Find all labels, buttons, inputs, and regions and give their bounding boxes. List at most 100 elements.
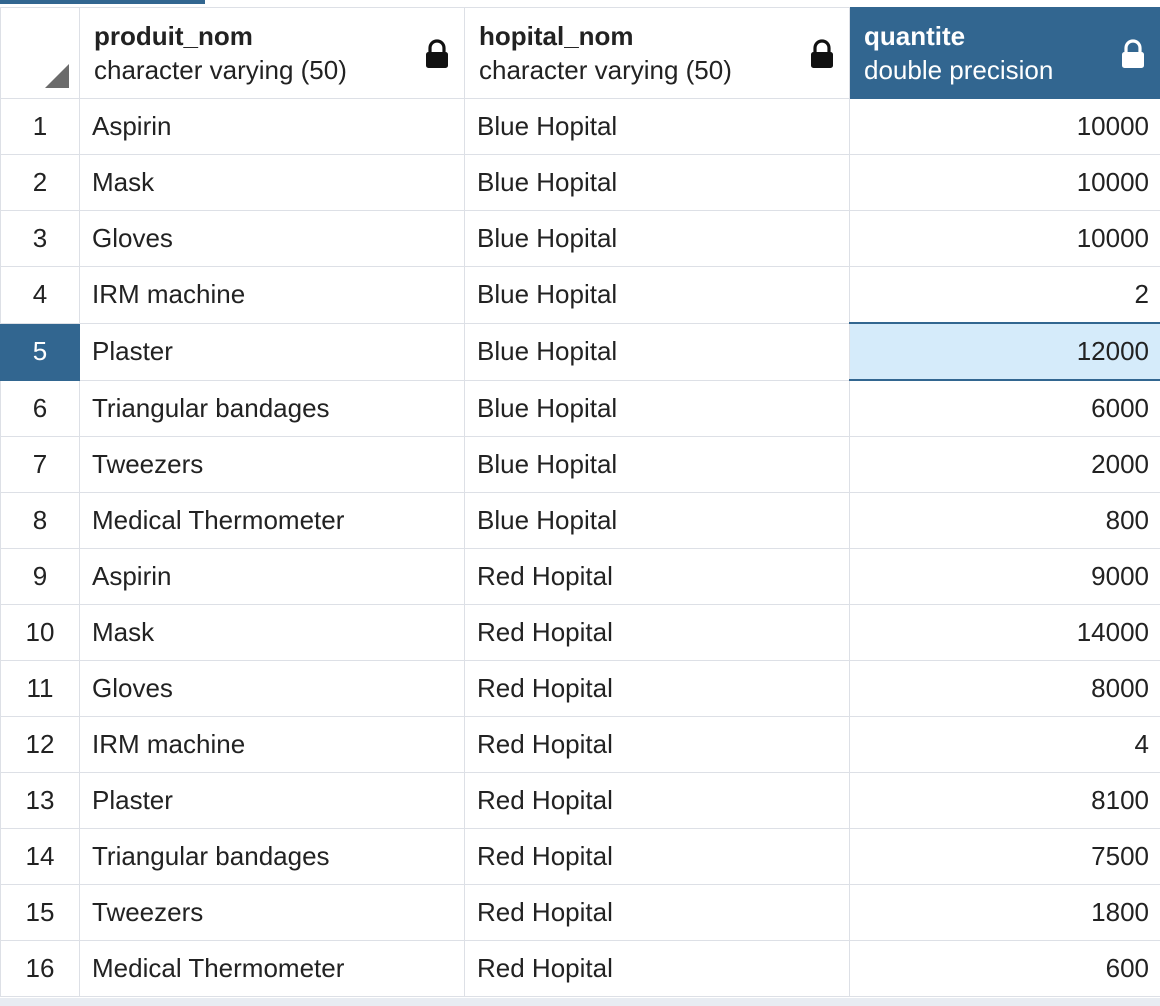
table-row[interactable]: 13 Plaster Red Hopital 8100 (0, 772, 1160, 829)
row-number-cell[interactable]: 15 (0, 884, 80, 941)
row-number-cell[interactable]: 5 (0, 322, 80, 381)
table-row[interactable]: 7 Tweezers Blue Hopital 2000 (0, 436, 1160, 493)
column-name: produit_nom (94, 21, 253, 51)
cell-quantite[interactable]: 1800 (849, 884, 1160, 941)
table-row[interactable]: 11 Gloves Red Hopital 8000 (0, 660, 1160, 717)
select-all-corner[interactable] (0, 7, 80, 99)
row-number-cell[interactable]: 13 (0, 772, 80, 829)
cell-hopital-nom[interactable]: Red Hopital (464, 772, 850, 829)
column-header-hopital-nom[interactable]: hopital_nom character varying (50) (464, 7, 850, 99)
row-number-cell[interactable]: 7 (0, 436, 80, 493)
table-row[interactable]: 2 Mask Blue Hopital 10000 (0, 154, 1160, 211)
lock-icon (426, 39, 448, 68)
cell-quantite[interactable]: 8000 (849, 660, 1160, 717)
cell-quantite[interactable]: 12000 (849, 322, 1160, 381)
row-number-cell[interactable]: 6 (0, 379, 80, 437)
cell-quantite[interactable]: 2000 (849, 436, 1160, 493)
cell-produit-nom[interactable]: Triangular bandages (79, 379, 465, 437)
cell-hopital-nom[interactable]: Red Hopital (464, 716, 850, 773)
active-tab-indicator (0, 0, 205, 4)
column-name: hopital_nom (479, 21, 634, 51)
cell-produit-nom[interactable]: Gloves (79, 210, 465, 267)
cell-produit-nom[interactable]: Tweezers (79, 436, 465, 493)
cell-hopital-nom[interactable]: Blue Hopital (464, 266, 850, 324)
cell-hopital-nom[interactable]: Blue Hopital (464, 492, 850, 549)
cell-produit-nom[interactable]: Mask (79, 604, 465, 661)
table-row[interactable]: 16 Medical Thermometer Red Hopital 600 (0, 940, 1160, 997)
data-output-grid: produit_nom character varying (50) hopit… (0, 7, 1160, 997)
cell-produit-nom[interactable]: Plaster (79, 772, 465, 829)
cell-hopital-nom[interactable]: Blue Hopital (464, 98, 850, 155)
cell-hopital-nom[interactable]: Blue Hopital (464, 154, 850, 211)
row-number-cell[interactable]: 9 (0, 548, 80, 605)
cell-quantite[interactable]: 10000 (849, 154, 1160, 211)
column-header-produit-nom[interactable]: produit_nom character varying (50) (79, 7, 465, 99)
cell-produit-nom[interactable]: Aspirin (79, 98, 465, 155)
table-row[interactable]: 14 Triangular bandages Red Hopital 7500 (0, 828, 1160, 885)
cell-hopital-nom[interactable]: Red Hopital (464, 660, 850, 717)
table-row[interactable]: 3 Gloves Blue Hopital 10000 (0, 210, 1160, 267)
select-all-corner-icon (45, 64, 69, 88)
row-number-cell[interactable]: 16 (0, 940, 80, 997)
cell-produit-nom[interactable]: Tweezers (79, 884, 465, 941)
table-row[interactable]: 5 Plaster Blue Hopital 12000 (0, 322, 1160, 381)
cell-quantite[interactable]: 10000 (849, 98, 1160, 155)
row-number-cell[interactable]: 3 (0, 210, 80, 267)
lock-icon (811, 39, 833, 68)
cell-hopital-nom[interactable]: Red Hopital (464, 604, 850, 661)
cell-quantite[interactable]: 4 (849, 716, 1160, 773)
table-row[interactable]: 9 Aspirin Red Hopital 9000 (0, 548, 1160, 605)
table-row[interactable]: 15 Tweezers Red Hopital 1800 (0, 884, 1160, 941)
cell-hopital-nom[interactable]: Blue Hopital (464, 436, 850, 493)
table-body: 1 Aspirin Blue Hopital 10000 2 Mask Blue Hopit… (0, 98, 1160, 997)
table-row[interactable]: 12 IRM machine Red Hopital 4 (0, 716, 1160, 773)
column-header-quantite[interactable]: quantite double precision (849, 7, 1160, 99)
cell-quantite[interactable]: 7500 (849, 828, 1160, 885)
cell-quantite[interactable]: 800 (849, 492, 1160, 549)
cell-quantite[interactable]: 8100 (849, 772, 1160, 829)
cell-quantite[interactable]: 10000 (849, 210, 1160, 267)
cell-quantite[interactable]: 600 (849, 940, 1160, 997)
row-number-cell[interactable]: 11 (0, 660, 80, 717)
table-row[interactable]: 8 Medical Thermometer Blue Hopital 800 (0, 492, 1160, 549)
cell-hopital-nom[interactable]: Red Hopital (464, 884, 850, 941)
cell-quantite[interactable]: 2 (849, 266, 1160, 324)
row-number-cell[interactable]: 4 (0, 266, 80, 324)
column-type: character varying (50) (94, 55, 347, 85)
cell-quantite[interactable]: 14000 (849, 604, 1160, 661)
cell-produit-nom[interactable]: Mask (79, 154, 465, 211)
cell-produit-nom[interactable]: Plaster (79, 322, 465, 381)
header-row: produit_nom character varying (50) hopit… (0, 7, 1160, 99)
column-type: character varying (50) (479, 55, 732, 85)
cell-produit-nom[interactable]: Aspirin (79, 548, 465, 605)
row-number-cell[interactable]: 8 (0, 492, 80, 549)
cell-produit-nom[interactable]: Medical Thermometer (79, 492, 465, 549)
cell-hopital-nom[interactable]: Red Hopital (464, 940, 850, 997)
cell-produit-nom[interactable]: IRM machine (79, 266, 465, 324)
cell-hopital-nom[interactable]: Blue Hopital (464, 210, 850, 267)
column-type: double precision (864, 55, 1054, 85)
cell-produit-nom[interactable]: Gloves (79, 660, 465, 717)
cell-produit-nom[interactable]: Medical Thermometer (79, 940, 465, 997)
row-number-cell[interactable]: 2 (0, 154, 80, 211)
table-row[interactable]: 1 Aspirin Blue Hopital 10000 (0, 98, 1160, 155)
cell-hopital-nom[interactable]: Blue Hopital (464, 379, 850, 437)
cell-quantite[interactable]: 9000 (849, 548, 1160, 605)
column-name: quantite (864, 21, 966, 51)
table-row[interactable]: 4 IRM machine Blue Hopital 2 (0, 266, 1160, 324)
cell-produit-nom[interactable]: IRM machine (79, 716, 465, 773)
table-row[interactable]: 10 Mask Red Hopital 14000 (0, 604, 1160, 661)
cell-produit-nom[interactable]: Triangular bandages (79, 828, 465, 885)
row-number-cell[interactable]: 14 (0, 828, 80, 885)
cell-hopital-nom[interactable]: Blue Hopital (464, 322, 850, 381)
table-row[interactable]: 6 Triangular bandages Blue Hopital 6000 (0, 379, 1160, 437)
row-number-cell[interactable]: 1 (0, 98, 80, 155)
lock-icon (1122, 39, 1144, 68)
horizontal-scrollbar-track[interactable] (0, 998, 1160, 1006)
row-number-cell[interactable]: 12 (0, 716, 80, 773)
top-strip (0, 0, 1160, 7)
cell-hopital-nom[interactable]: Red Hopital (464, 548, 850, 605)
cell-hopital-nom[interactable]: Red Hopital (464, 828, 850, 885)
cell-quantite[interactable]: 6000 (849, 379, 1160, 437)
row-number-cell[interactable]: 10 (0, 604, 80, 661)
